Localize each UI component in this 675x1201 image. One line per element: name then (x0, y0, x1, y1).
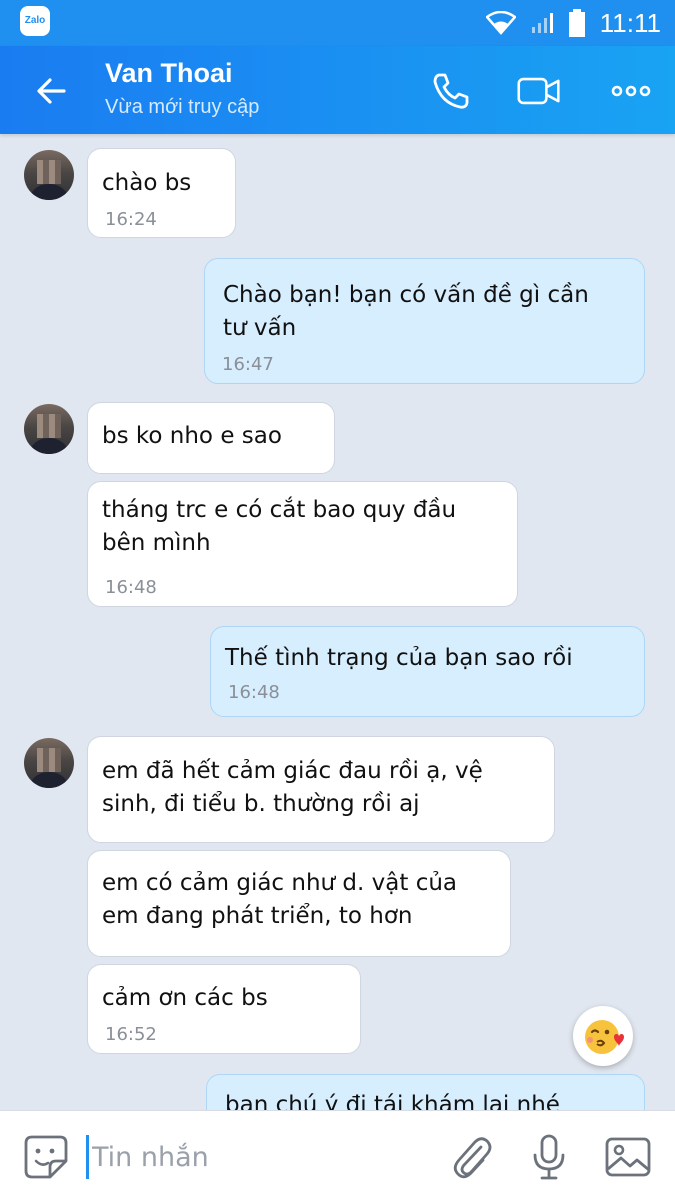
message-composer (0, 1110, 675, 1201)
message-bubble-incoming[interactable]: em đã hết cảm giác đau rồi ạ, vệ sinh, đ… (87, 736, 555, 843)
avatar[interactable] (24, 150, 74, 200)
message-bubble-incoming[interactable]: tháng trc e có cắt bao quy đầu bên mình … (87, 481, 518, 607)
message-text: tháng trc e có cắt bao quy đầu bên mình (102, 497, 457, 556)
message-list[interactable]: chào bs 16:24 Chào bạn! bạn có vấn đề gì… (0, 134, 675, 1110)
sticker-icon[interactable] (22, 1133, 70, 1181)
message-bubble-outgoing[interactable]: Thế tình trạng của bạn sao rồi 16:48 (210, 626, 645, 717)
contact-name[interactable]: Van Thoai (105, 58, 233, 89)
kiss-emoji-icon (585, 1020, 624, 1054)
avatar[interactable] (24, 404, 74, 454)
video-call-icon[interactable] (516, 68, 562, 114)
message-bubble-outgoing[interactable]: Chào bạn! bạn có vấn đề gì cần tư vấn 16… (204, 258, 645, 384)
quick-reaction-button[interactable] (573, 1006, 633, 1066)
message-time: 16:24 (105, 209, 157, 230)
message-bubble-incoming[interactable]: bs ko nho e sao (87, 402, 335, 474)
back-arrow-icon[interactable] (28, 68, 74, 114)
more-icon[interactable] (608, 68, 654, 114)
status-bar: Zalo 11:11 (0, 0, 675, 46)
message-text: Chào bạn! bạn có vấn đề gì cần tư vấn (223, 282, 589, 341)
battery-icon (568, 9, 585, 37)
avatar[interactable] (24, 738, 74, 788)
message-time: 16:47 (222, 354, 274, 375)
wifi-icon (485, 11, 516, 35)
message-bubble-incoming[interactable]: cảm ơn các bs 16:52 (87, 964, 361, 1054)
message-bubble-incoming[interactable]: em có cảm giác như d. vật của em đang ph… (87, 850, 511, 957)
message-time: 16:48 (105, 577, 157, 598)
zalo-app-icon: Zalo (20, 6, 50, 36)
microphone-icon[interactable] (525, 1133, 573, 1181)
message-text: em đã hết cảm giác đau rồi ạ, vệ sinh, đ… (102, 758, 483, 817)
message-time: 16:52 (105, 1024, 157, 1045)
message-bubble-outgoing[interactable]: bạn chú ý đi tái khám lại nhé (206, 1074, 645, 1110)
cell-signal-icon (531, 13, 553, 33)
text-cursor (86, 1135, 89, 1179)
message-time: 16:48 (228, 682, 280, 703)
message-text: cảm ơn các bs (102, 985, 268, 1011)
message-bubble-incoming[interactable]: chào bs 16:24 (87, 148, 236, 238)
message-text: bạn chú ý đi tái khám lại nhé (225, 1092, 560, 1110)
image-icon[interactable] (604, 1133, 652, 1181)
message-text: chào bs (102, 170, 192, 196)
message-input[interactable] (90, 1131, 424, 1183)
attach-icon[interactable] (447, 1133, 495, 1181)
clock: 11:11 (599, 7, 661, 38)
message-text: bs ko nho e sao (102, 423, 282, 449)
contact-status: Vừa mới truy cập (105, 96, 260, 118)
phone-icon[interactable] (428, 68, 474, 114)
chat-header: Van Thoai Vừa mới truy cập (0, 46, 675, 134)
message-text: Thế tình trạng của bạn sao rồi (225, 645, 573, 671)
message-text: em có cảm giác như d. vật của em đang ph… (102, 870, 458, 929)
